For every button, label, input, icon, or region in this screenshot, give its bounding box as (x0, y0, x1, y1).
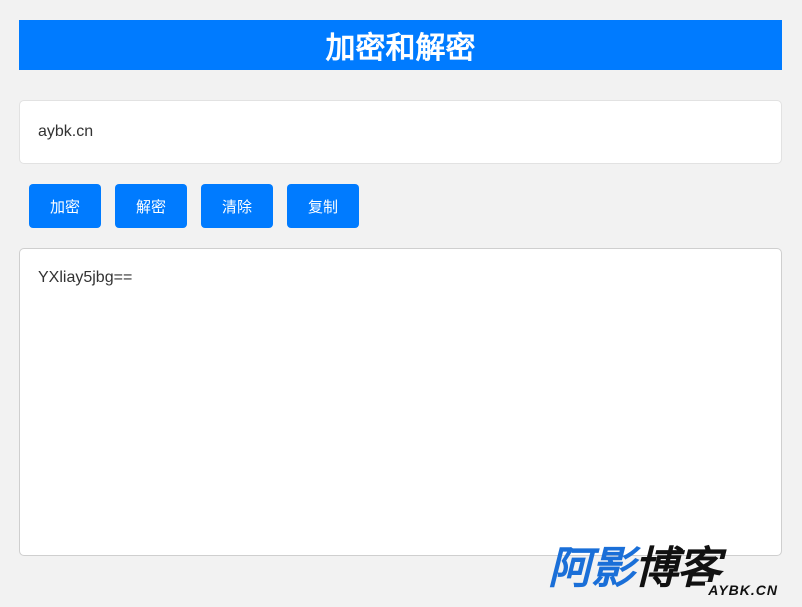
watermark-cn: 阿影博客 (548, 543, 721, 594)
page-title: 加密和解密 (19, 20, 782, 70)
button-bar: 加密 解密 清除 复制 (29, 184, 373, 228)
clear-button[interactable]: 清除 (201, 184, 273, 228)
page: 加密和解密 aybk.cn 加密 解密 清除 复制 YXliay5jbg== 阿… (0, 0, 802, 607)
encrypt-button[interactable]: 加密 (29, 184, 101, 228)
decrypt-button[interactable]: 解密 (115, 184, 187, 228)
watermark-logo: 阿影博客 AYBK.CN (548, 544, 783, 602)
input-text: aybk.cn (38, 123, 94, 140)
watermark-cn-blue: 阿影 (548, 543, 635, 594)
input-textarea[interactable]: aybk.cn (19, 100, 782, 164)
copy-button[interactable]: 复制 (287, 184, 359, 228)
watermark-en: AYBK.CN (705, 582, 781, 598)
output-textarea[interactable]: YXliay5jbg== (19, 248, 782, 556)
output-text: YXliay5jbg== (38, 269, 133, 286)
